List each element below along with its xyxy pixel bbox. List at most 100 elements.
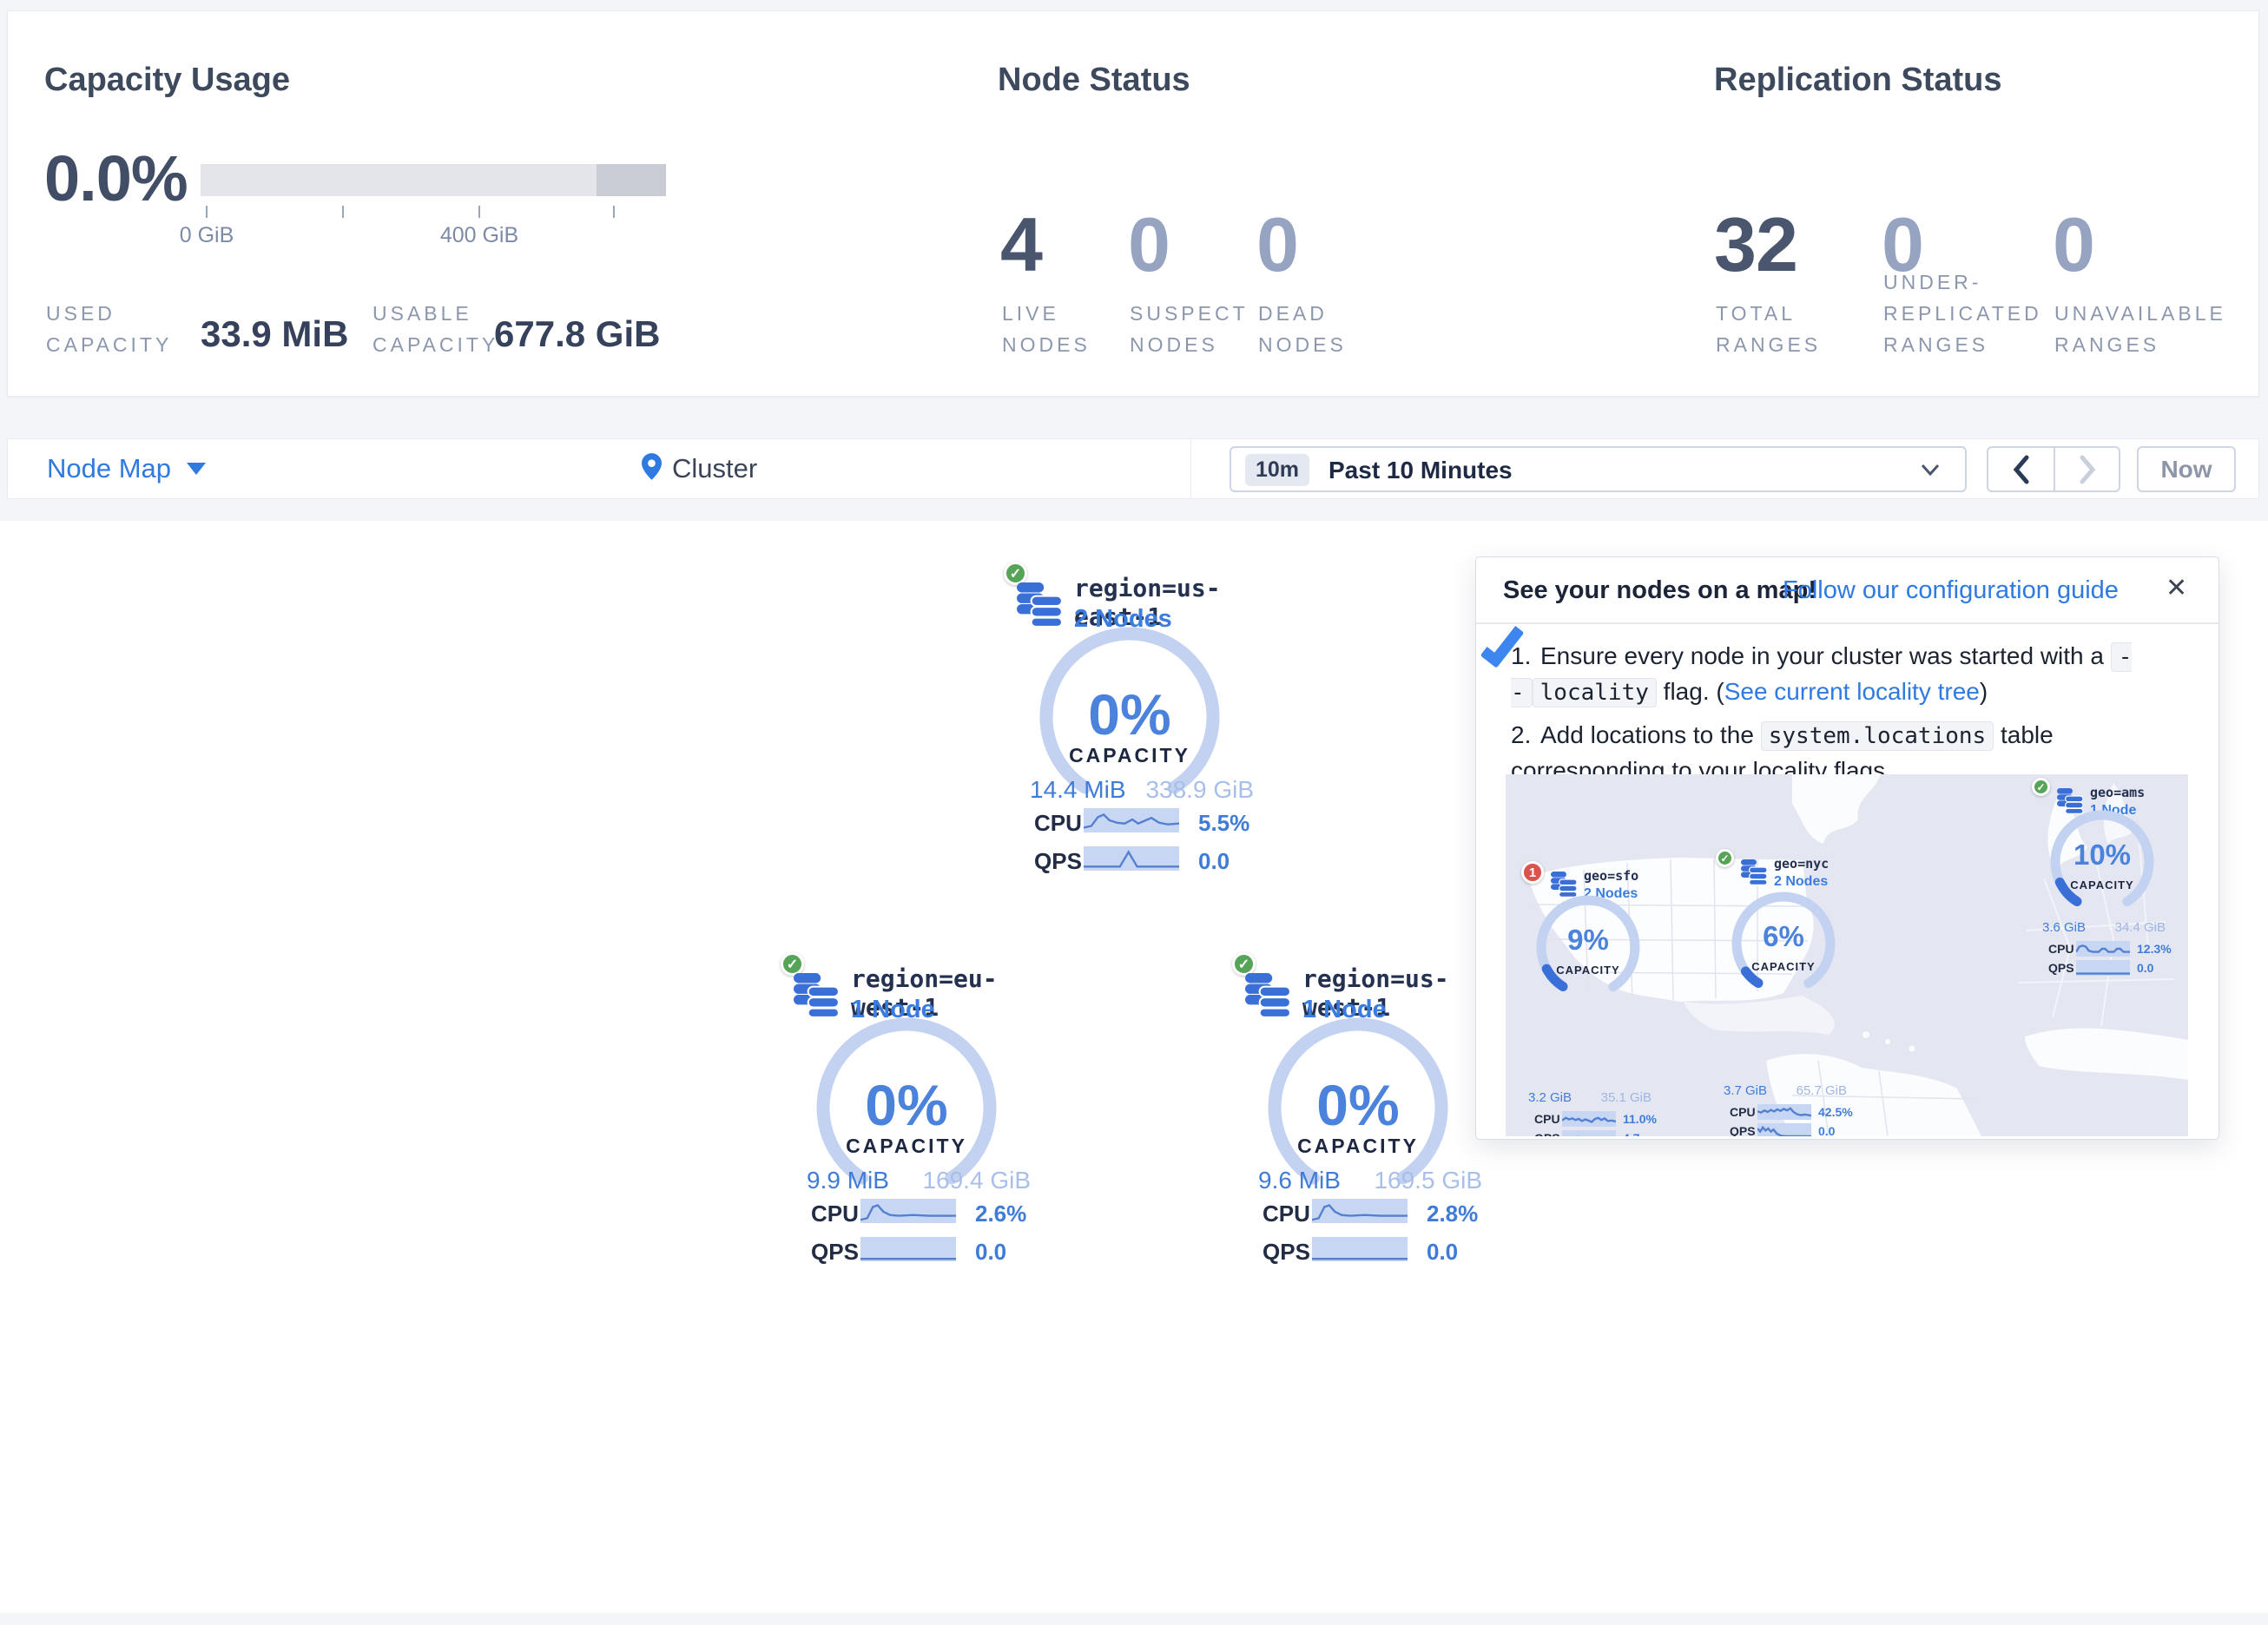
total-capacity: 338.9 GiB: [1129, 776, 1254, 804]
region-card-eu-west-1[interactable]: ✓ region=eu-west-1 1 Node 0% CAPACITY 9.…: [775, 951, 1036, 1273]
capacity-percent: 0.0%: [44, 141, 188, 215]
popup-steps: 1.Ensure every node in your cluster was …: [1511, 639, 2145, 795]
used-capacity: 9.6 MiB: [1258, 1167, 1341, 1194]
capacity-tick: [206, 206, 208, 218]
capacity-label: CAPACITY: [1727, 960, 1840, 973]
toolbar-divider: [1190, 439, 1191, 498]
popup-step-1: 1.Ensure every node in your cluster was …: [1511, 639, 2145, 710]
cpu-sparkline: [860, 1199, 956, 1223]
node-status-title: Node Status: [998, 62, 1190, 99]
dead-nodes-label: DEAD NODES: [1258, 298, 1347, 360]
used-capacity: 3.6 GiB: [2042, 920, 2086, 935]
close-icon[interactable]: ✕: [2166, 573, 2187, 603]
example-node-map-image: 1 geo=sfo 2 Nodes 9% CAPACITY 3.2 GiB: [1506, 774, 2188, 1136]
cpu-value: 42.5%: [1818, 1105, 1853, 1119]
mini-node-header: ✓ geo=nyc 2 Nodes: [1716, 856, 1829, 890]
code-chip: system.locations: [1761, 721, 1994, 751]
capacity-percent: 9%: [1532, 924, 1645, 957]
region-card-us-west-1[interactable]: ✓ region=us-west-1 1 Node 0% CAPACITY 9.…: [1227, 951, 1487, 1273]
cpu-value: 2.8%: [1427, 1201, 1478, 1227]
cpu-sparkline: [1562, 1111, 1616, 1127]
usable-capacity-label: USABLE CAPACITY: [373, 298, 498, 360]
cpu-value: 2.6%: [975, 1201, 1026, 1227]
total-ranges-label: TOTAL RANGES: [1716, 298, 1821, 360]
cpu-sparkline: [1312, 1199, 1408, 1223]
live-nodes-value: 4: [1000, 201, 1042, 289]
qps-sparkline: [1084, 846, 1179, 871]
capacity-tick: [478, 206, 480, 218]
qps-value: 0.0: [975, 1239, 1006, 1266]
chevron-down-icon: [1919, 461, 1942, 483]
mini-node-name: geo=ams: [2090, 785, 2145, 800]
qps-label: QPS: [1263, 1239, 1310, 1266]
qps-sparkline: [1757, 1123, 1811, 1136]
now-button[interactable]: Now: [2137, 446, 2236, 492]
popup-header: See your nodes on a map! Follow our conf…: [1476, 557, 2219, 624]
cpu-label: CPU: [1534, 1112, 1560, 1126]
total-capacity: 65.7 GiB: [1797, 1083, 1847, 1098]
qps-value: 0.0: [1427, 1239, 1458, 1266]
qps-sparkline: [1312, 1237, 1408, 1261]
configuration-guide-link[interactable]: Follow our configuration guide: [1783, 576, 2119, 605]
capacity-tick-label-400: 400 GiB: [440, 223, 518, 248]
qps-value: 0.0: [1198, 848, 1230, 875]
used-capacity: 3.7 GiB: [1724, 1083, 1767, 1098]
cpu-sparkline: [2076, 941, 2130, 957]
unavailable-ranges-value: 0: [2053, 201, 2094, 289]
capacity-label: CAPACITY: [1030, 744, 1230, 767]
qps-label: QPS: [2048, 961, 2074, 975]
capacity-bar: [201, 164, 666, 196]
cluster-stats-card: Capacity Usage 0.0% 0 GiB 400 GiB USED C…: [7, 10, 2259, 397]
healthy-check-icon: ✓: [1716, 849, 1734, 867]
cpu-label: CPU: [1263, 1201, 1310, 1227]
total-capacity: 34.4 GiB: [2115, 920, 2166, 935]
qps-sparkline: [860, 1237, 956, 1261]
time-range-badge: 10m: [1245, 454, 1309, 486]
cpu-label: CPU: [1730, 1105, 1756, 1119]
breadcrumb-label: Cluster: [672, 453, 757, 484]
step-text: flag. (: [1657, 678, 1724, 705]
used-capacity: 3.2 GiB: [1528, 1090, 1572, 1105]
locality-tree-link[interactable]: See current locality tree: [1724, 678, 1980, 705]
capacity-usage-title: Capacity Usage: [44, 62, 290, 99]
cpu-value: 12.3%: [2137, 942, 2172, 956]
capacity-bar-reserved-segment: [597, 164, 666, 196]
live-nodes-label: LIVE NODES: [1002, 298, 1091, 360]
used-capacity-label: USED CAPACITY: [46, 298, 172, 360]
capacity-gauge: 9% CAPACITY: [1532, 891, 1645, 1003]
capacity-percent: 0%: [1030, 681, 1230, 747]
total-capacity: 169.5 GiB: [1357, 1167, 1482, 1194]
suspect-nodes-label: SUSPECT NODES: [1130, 298, 1249, 360]
used-capacity: 9.9 MiB: [807, 1167, 889, 1194]
capacity-label: CAPACITY: [1532, 964, 1645, 977]
step-text: Add locations to the: [1540, 721, 1761, 748]
time-range-select[interactable]: 10m Past 10 Minutes: [1230, 446, 1967, 492]
usable-capacity-value: 677.8 GiB: [494, 313, 660, 355]
code-chip: locality: [1533, 678, 1657, 707]
time-range-label: Past 10 Minutes: [1328, 457, 1513, 484]
unavailable-ranges-label: UNAVAILABLE RANGES: [2054, 298, 2226, 360]
qps-value: 0.0: [2137, 961, 2153, 975]
previous-interval-button[interactable]: [1988, 448, 2054, 490]
qps-value: 0.0: [1818, 1124, 1835, 1136]
mini-node-name: geo=nyc: [1774, 856, 1829, 872]
replication-status-title: Replication Status: [1714, 62, 2002, 99]
qps-label: QPS: [1730, 1124, 1756, 1136]
capacity-percent: 0%: [807, 1072, 1006, 1138]
breadcrumb[interactable]: Cluster: [642, 439, 757, 498]
step-number: 1.: [1511, 639, 1540, 673]
healthy-check-icon: ✓: [1232, 952, 1256, 976]
step-number: 2.: [1511, 718, 1540, 752]
capacity-gauge: 10% CAPACITY: [2046, 806, 2159, 918]
qps-label: QPS: [811, 1239, 859, 1266]
capacity-tick: [613, 206, 615, 218]
cpu-label: CPU: [1034, 810, 1082, 837]
chevron-down-icon: [187, 463, 206, 475]
popup-title: See your nodes on a map!: [1503, 576, 1816, 605]
page-bottom-strip: [0, 1613, 2268, 1625]
view-dropdown[interactable]: Node Map: [47, 439, 206, 498]
total-ranges-value: 32: [1714, 201, 1797, 289]
next-interval-button[interactable]: [2054, 448, 2119, 490]
qps-value: 4.7: [1623, 1131, 1639, 1136]
region-card-us-east-1[interactable]: ✓ region=us-east-1 2 Nodes 0% CAPACITY 1…: [999, 560, 1259, 883]
